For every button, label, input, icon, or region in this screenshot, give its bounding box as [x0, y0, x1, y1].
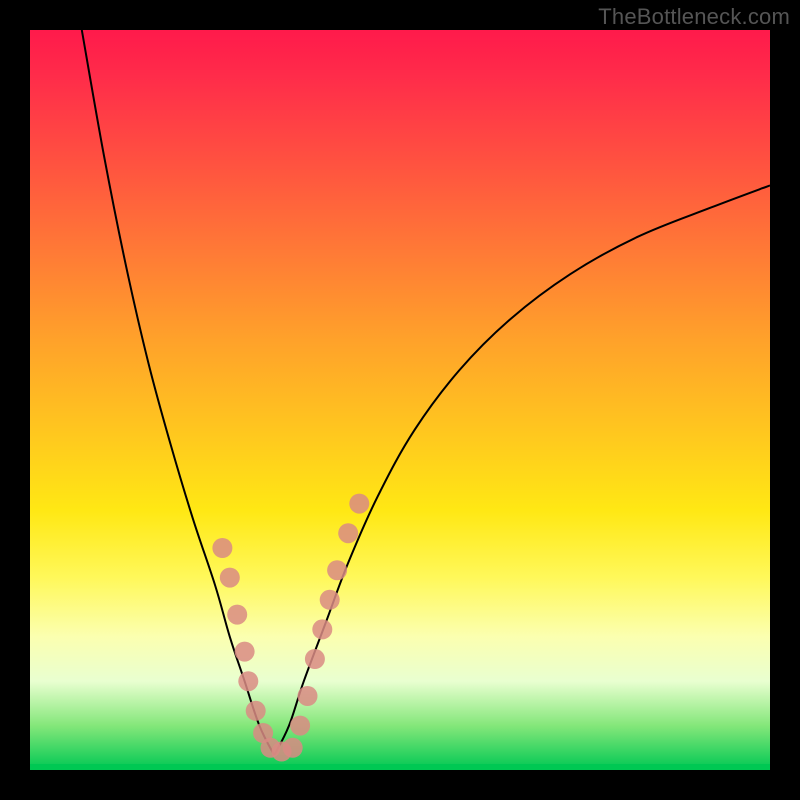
chart-stage: TheBottleneck.com [0, 0, 800, 800]
highlighted-point [305, 649, 325, 669]
plot-area [30, 30, 770, 770]
highlighted-point [212, 538, 232, 558]
highlighted-point [283, 738, 303, 758]
highlighted-point [320, 590, 340, 610]
curve-right-branch [274, 185, 770, 755]
highlighted-point [312, 619, 332, 639]
highlighted-point [327, 560, 347, 580]
highlighted-point [290, 716, 310, 736]
plot-svg [30, 30, 770, 770]
highlighted-point [349, 494, 369, 514]
highlighted-point [298, 686, 318, 706]
watermark-text: TheBottleneck.com [598, 4, 790, 30]
highlighted-point [238, 671, 258, 691]
highlighted-point [338, 523, 358, 543]
highlighted-point [220, 568, 240, 588]
bottom-green-edge [30, 764, 770, 770]
highlighted-point [235, 642, 255, 662]
highlighted-point [246, 701, 266, 721]
highlighted-point [227, 605, 247, 625]
